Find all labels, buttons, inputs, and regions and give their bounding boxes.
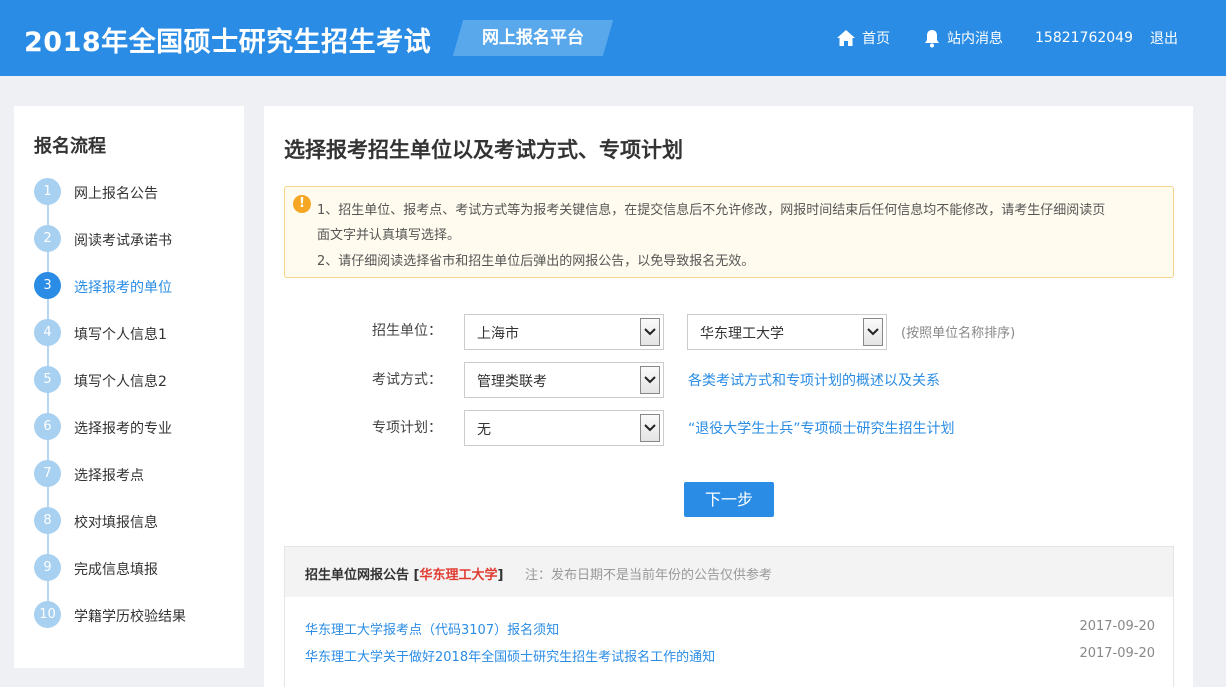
platform-badge: 网上报名平台 (452, 20, 614, 56)
step-number: 9 (34, 554, 61, 581)
step-number: 3 (34, 272, 61, 299)
announcement-link[interactable]: 华东理工大学报考点（代码3107）报名须知 (305, 619, 559, 638)
step-item-4: 4 填写个人信息1 (34, 319, 234, 347)
step-item-2: 2 阅读考试承诺书 (34, 225, 234, 253)
step-label: 网上报名公告 (74, 186, 158, 202)
exam-method-value: 管理类联考 (477, 374, 547, 390)
notice-line-2: 面文字并认真填写选择。 (317, 228, 461, 243)
announcement-note: 注：发布日期不是当前年份的公告仅供参考 (525, 568, 773, 583)
chevron-down-icon (640, 414, 660, 442)
exam-method-select[interactable]: 管理类联考 (464, 362, 664, 398)
user-phone: 15821762049 (1035, 30, 1133, 46)
nav-home[interactable]: 首页 (836, 0, 890, 76)
step-number: 2 (34, 225, 61, 252)
warning-notice: ! 1、招生单位、报考点、考试方式等为报考关键信息，在提交信息后不允许修改，网报… (284, 186, 1174, 278)
step-item-7: 7 选择报考点 (34, 460, 234, 488)
announcement-heading-suffix: ] (497, 568, 504, 583)
special-plan-select[interactable]: 无 (464, 410, 664, 446)
sort-hint: (按照单位名称排序) (901, 326, 1016, 341)
step-item-3: 3 选择报考的单位 (34, 272, 234, 300)
step-label: 阅读考试承诺书 (74, 233, 172, 249)
announcement-school: 华东理工大学 (419, 568, 498, 583)
province-value: 上海市 (477, 326, 519, 342)
step-number: 6 (34, 413, 61, 440)
exam-method-link[interactable]: 各类考试方式和专项计划的概述以及关系 (688, 370, 940, 390)
step-item-6: 6 选择报考的专业 (34, 413, 234, 441)
step-label: 填写个人信息2 (74, 374, 167, 390)
announcement-heading-prefix: 招生单位网报公告 [ (305, 568, 420, 583)
announcement-panel: 招生单位网报公告 [华东理工大学] 注：发布日期不是当前年份的公告仅供参考 华东… (284, 546, 1174, 687)
top-header: 2018年全国硕士研究生招生考试 网上报名平台 首页 站内消息 15821762… (0, 0, 1226, 76)
platform-label: 网上报名平台 (482, 28, 584, 48)
unit-label: 招生单位： (372, 323, 442, 339)
step-item-1: 1 网上报名公告 (34, 178, 234, 206)
step-number: 5 (34, 366, 61, 393)
announcement-header: 招生单位网报公告 [华东理工大学] 注：发布日期不是当前年份的公告仅供参考 (285, 547, 1173, 597)
logout-link[interactable]: 退出 (1150, 0, 1178, 76)
next-step-button[interactable]: 下一步 (684, 482, 774, 517)
announcement-item: 华东理工大学报考点（代码3107）报名须知 2017-09-20 (305, 619, 1155, 639)
step-label: 选择报考点 (74, 468, 144, 484)
announcement-date: 2017-09-20 (1079, 646, 1155, 661)
sidebar-title: 报名流程 (34, 136, 106, 157)
home-icon (837, 30, 855, 46)
school-select[interactable]: 华东理工大学 (687, 314, 887, 350)
province-select[interactable]: 上海市 (464, 314, 664, 350)
school-value: 华东理工大学 (700, 326, 784, 342)
step-label: 完成信息填报 (74, 562, 158, 578)
nav-home-label: 首页 (862, 31, 890, 47)
nav-messages-label: 站内消息 (947, 31, 1003, 47)
step-connector-line (47, 192, 49, 615)
step-item-5: 5 填写个人信息2 (34, 366, 234, 394)
bell-icon (925, 29, 939, 47)
step-item-8: 8 校对填报信息 (34, 507, 234, 535)
warning-icon: ! (293, 195, 311, 213)
page-title: 选择报考招生单位以及考试方式、专项计划 (284, 138, 683, 162)
step-label: 选择报考的单位 (74, 280, 172, 296)
announcement-date: 2017-09-20 (1079, 619, 1155, 634)
step-number: 10 (34, 601, 61, 628)
announcement-link[interactable]: 华东理工大学关于做好2018年全国硕士研究生招生考试报名工作的通知 (305, 646, 715, 665)
step-number: 1 (34, 178, 61, 205)
special-plan-value: 无 (477, 422, 491, 438)
step-number: 4 (34, 319, 61, 346)
step-number: 7 (34, 460, 61, 487)
step-item-9: 9 完成信息填报 (34, 554, 234, 582)
step-label: 填写个人信息1 (74, 327, 167, 343)
special-plan-link[interactable]: “退役大学生士兵”专项硕士研究生招生计划 (688, 418, 955, 438)
step-number: 8 (34, 507, 61, 534)
main-panel: 选择报考招生单位以及考试方式、专项计划 ! 1、招生单位、报考点、考试方式等为报… (264, 106, 1193, 687)
exam-title: 2018年全国硕士研究生招生考试 (24, 27, 432, 58)
step-label: 校对填报信息 (74, 515, 158, 531)
announcement-heading: 招生单位网报公告 [华东理工大学] (305, 564, 503, 583)
notice-line-3: 2、请仔细阅读选择省市和招生单位后弹出的网报公告，以免导致报名无效。 (317, 254, 755, 269)
notice-line-1: 1、招生单位、报考点、考试方式等为报考关键信息，在提交信息后不允许修改，网报时间… (317, 203, 1106, 218)
chevron-down-icon (640, 318, 660, 346)
special-plan-label: 专项计划： (372, 420, 442, 436)
chevron-down-icon (863, 318, 883, 346)
exam-method-label: 考试方式： (372, 372, 442, 388)
process-sidebar: 报名流程 1 网上报名公告 2 阅读考试承诺书 3 选择报考的单位 4 填写个人信息1 … (14, 106, 244, 668)
step-item-10: 10 学籍学历校验结果 (34, 601, 234, 629)
nav-messages[interactable]: 站内消息 (923, 0, 1003, 76)
step-label: 学籍学历校验结果 (74, 609, 186, 625)
announcement-item: 华东理工大学关于做好2018年全国硕士研究生招生考试报名工作的通知 2017-0… (305, 646, 1155, 666)
step-label: 选择报考的专业 (74, 421, 172, 437)
chevron-down-icon (640, 366, 660, 394)
